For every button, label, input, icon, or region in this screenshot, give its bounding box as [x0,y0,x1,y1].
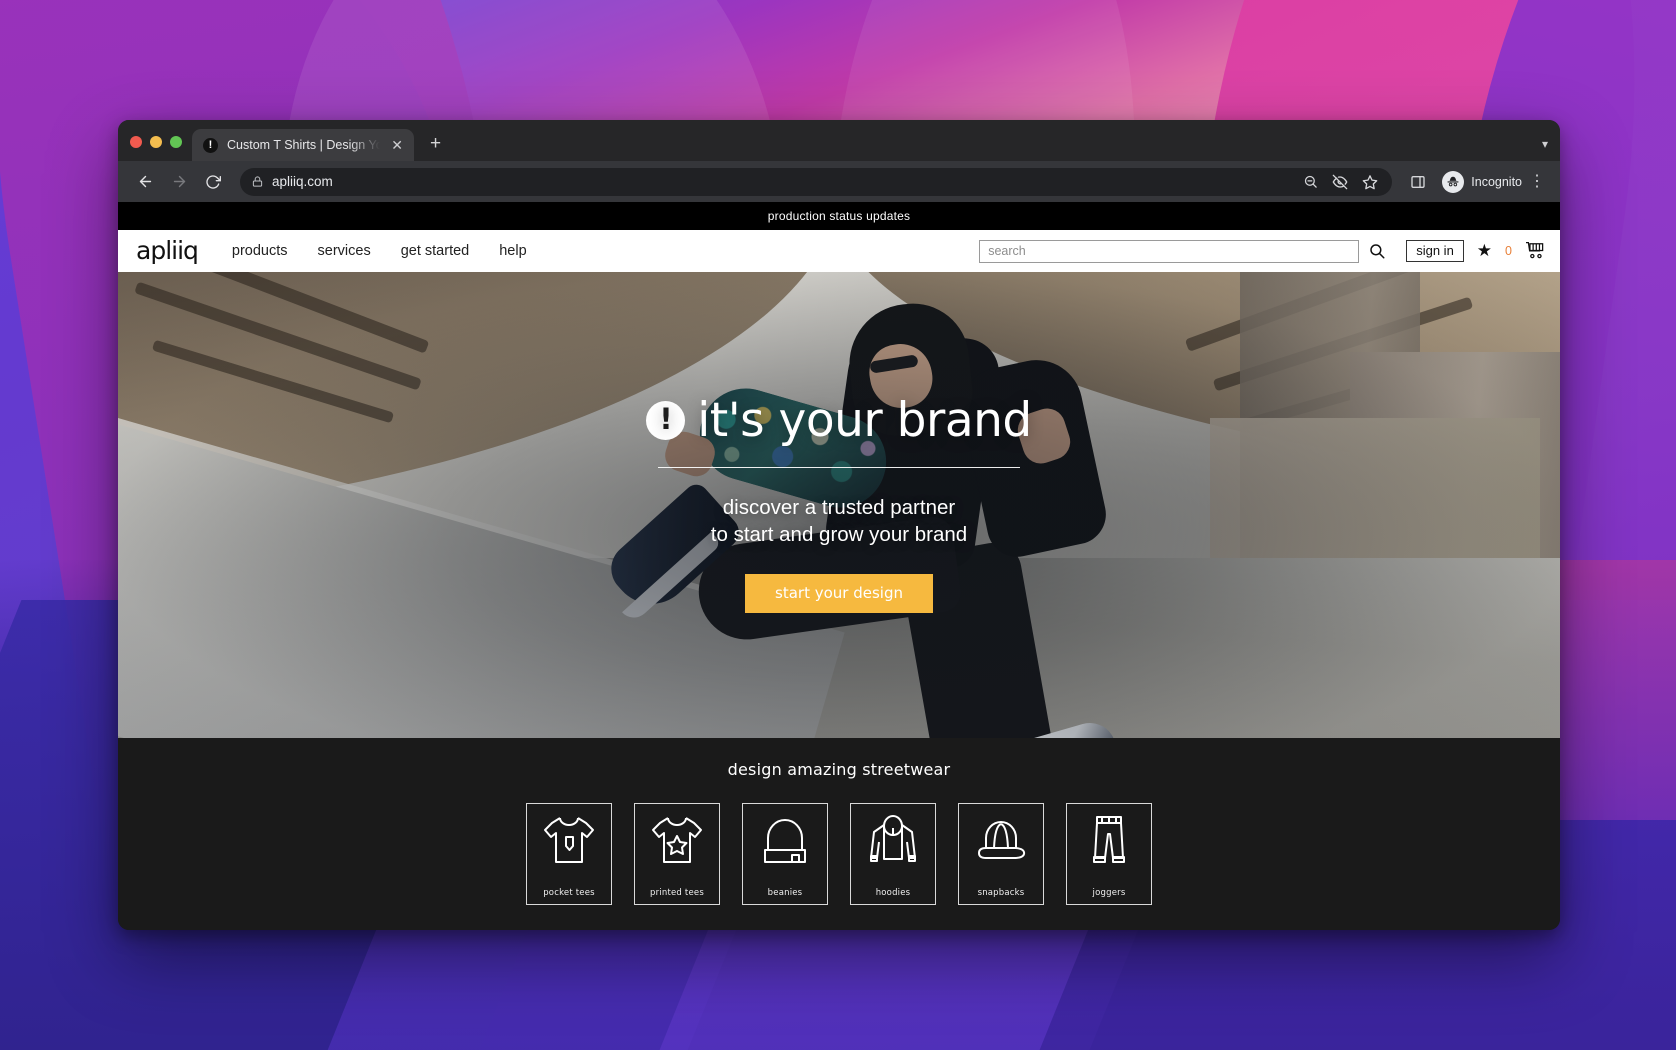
web-page: production status updates apliiq product… [118,202,1560,930]
category-card-printed-tees[interactable]: printed tees [634,803,720,905]
sign-in-button[interactable]: sign in [1406,239,1464,263]
side-panel-icon[interactable] [1404,174,1432,190]
browser-tab-title: Custom T Shirts | Design Your Own Shirts [227,138,381,152]
exclamation-circle-icon: ! [646,400,686,440]
hero-subtext-line-1: discover a trusted partner [722,495,956,519]
hoodie-icon [863,812,923,868]
category-card-hoodies[interactable]: hoodies [850,803,936,905]
category-label: pocket tees [543,888,595,898]
nav-item-get-started[interactable]: get started [401,243,470,259]
browser-toolbar: apliiq.com Incognito ⋮ [118,161,1560,202]
close-window-button[interactable] [130,136,142,148]
address-bar[interactable]: apliiq.com [240,167,1393,196]
eye-off-icon[interactable] [1332,174,1348,190]
hero-banner: ! it's your brand discover a trusted par… [118,272,1560,738]
beanie-icon [755,812,815,868]
site-header: apliiq products services get started hel… [118,230,1560,272]
cart-count: 0 [1505,243,1512,258]
browser-tab[interactable]: ! Custom T Shirts | Design Your Own Shir… [192,129,414,161]
shopping-cart-icon[interactable] [1525,241,1546,260]
category-card-beanies[interactable]: beanies [742,803,828,905]
site-logo[interactable]: apliiq [136,238,199,263]
start-your-design-button[interactable]: start your design [745,574,933,614]
snapback-cap-icon [971,812,1031,868]
production-status-bar[interactable]: production status updates [118,202,1560,230]
maximize-window-button[interactable] [170,136,182,148]
exclamation-circle-icon: ! [203,137,218,153]
tshirt-star-icon [647,812,707,868]
lock-icon [252,176,263,187]
category-label: printed tees [650,888,704,898]
hero-headline: ! it's your brand [646,397,1032,444]
search-input[interactable] [979,239,1360,263]
category-card-pocket-tees[interactable]: pocket tees [526,803,612,905]
production-status-text: production status updates [767,209,911,223]
search-icon[interactable] [1368,242,1386,260]
nav-item-products[interactable]: products [232,243,288,259]
nav-item-services[interactable]: services [318,243,371,259]
kebab-menu-icon[interactable]: ⋮ [1526,173,1548,190]
category-card-joggers[interactable]: joggers [1066,803,1152,905]
joggers-icon [1079,812,1139,868]
chevron-down-icon[interactable]: ▾ [1542,137,1552,161]
hero-subtext-line-2: to start and grow your brand [710,523,968,546]
forward-arrow-icon[interactable] [164,167,194,197]
address-bar-url: apliiq.com [272,174,333,189]
category-card-snapbacks[interactable]: snapbacks [958,803,1044,905]
search-area [979,239,1386,263]
profile-incognito-button[interactable]: Incognito [1436,170,1522,193]
hero-content: ! it's your brand discover a trusted par… [118,272,1560,738]
header-actions: sign in ★ 0 [1406,239,1546,263]
desktop-wallpaper: ! Custom T Shirts | Design Your Own Shir… [0,0,1676,1050]
browser-tab-strip: ! Custom T Shirts | Design Your Own Shir… [118,120,1560,161]
category-row: pocket tees printed tees beanies hoodies… [118,803,1560,905]
category-label: hoodies [875,888,911,898]
category-label: joggers [1092,888,1126,898]
category-label: beanies [767,888,803,898]
nav-item-help[interactable]: help [499,243,526,259]
zoom-out-icon[interactable] [1303,174,1318,189]
hero-divider [658,466,1020,468]
streetwear-title: design amazing streetwear [727,760,951,779]
window-controls [130,136,182,161]
star-filled-icon[interactable]: ★ [1477,242,1492,259]
streetwear-section: design amazing streetwear pocket tees pr… [118,738,1560,930]
reload-icon[interactable] [198,167,228,197]
star-outline-icon[interactable] [1362,174,1378,190]
main-nav: products services get started help [232,243,527,259]
close-icon[interactable]: ✕ [389,136,405,154]
incognito-avatar-icon [1442,170,1465,193]
hero-subtext: discover a trusted partner to start and … [711,494,967,548]
hero-headline-text: it's your brand [697,392,1032,448]
category-label: snapbacks [977,888,1025,898]
new-tab-button[interactable]: + [430,134,441,153]
profile-label: Incognito [1471,174,1522,189]
back-arrow-icon[interactable] [130,167,160,197]
minimize-window-button[interactable] [150,136,162,148]
tshirt-pocket-icon [539,812,599,868]
browser-window: ! Custom T Shirts | Design Your Own Shir… [118,120,1560,930]
